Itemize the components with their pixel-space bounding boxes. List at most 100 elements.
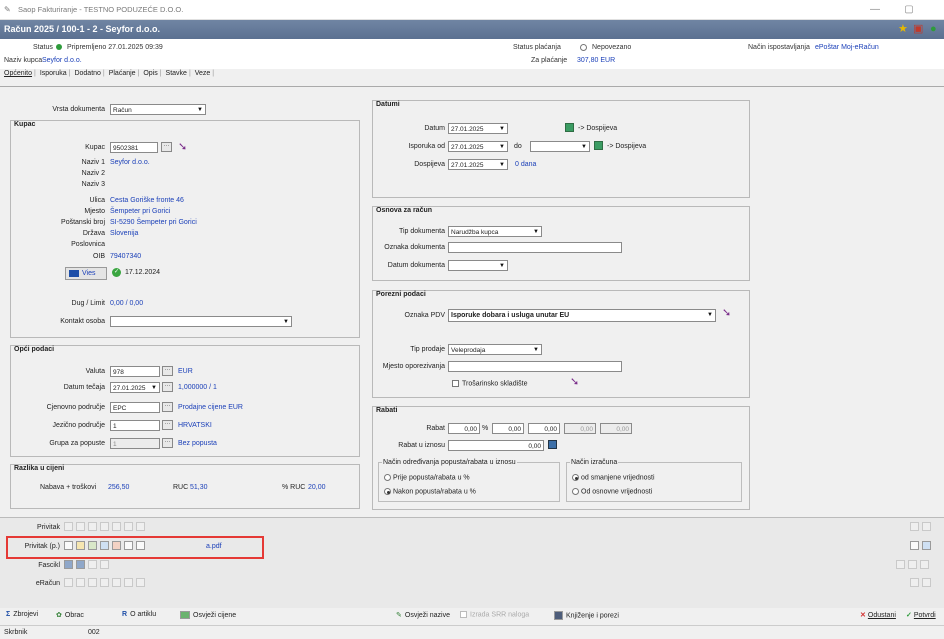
dospijeva-link-2[interactable]: -> Dospijeva [607,143,646,150]
oznaka-dok-input[interactable] [448,242,622,253]
tab-opis[interactable]: Opis [143,70,157,77]
odustani-button[interactable]: ✕ Odustani [860,611,896,619]
posta-value: SI-5290 Šempeter pri Gorici [110,219,197,226]
zbrojevi-button[interactable]: Σ Zbrojevi [6,611,38,618]
edit-doc-icon[interactable] [76,578,85,587]
mjesto-oporezivanja-input[interactable] [448,361,622,372]
list-icon[interactable] [910,578,919,587]
delete-icon[interactable] [136,522,145,531]
tecaj-date-select[interactable]: 27.01.2025 ▼ [110,382,160,393]
obrac-button[interactable]: ✿ Obrac [56,611,84,619]
person-arrow-icon[interactable]: ➘ [178,140,187,153]
tab-isporuka[interactable]: Isporuka [40,70,67,77]
tab-opcenito[interactable]: Općenito [4,70,32,77]
star-icon[interactable]: ★ [898,23,908,35]
rabat-input-1[interactable]: 0,00 [448,423,480,434]
grid-icon[interactable] [922,578,931,587]
izrada-button[interactable]: Izrada SRR naloga [460,611,529,618]
edit-doc-icon[interactable] [76,522,85,531]
person-arrow-icon[interactable]: ➘ [570,375,579,388]
list-icon[interactable] [910,522,919,531]
view-icon[interactable] [124,578,133,587]
dospijeva-select[interactable]: 27.01.2025 ▼ [448,159,508,170]
add-icon[interactable] [100,578,109,587]
tip-prodaje-select[interactable]: Veleprodaja ▼ [448,344,542,355]
rabat-input-4[interactable]: 0,00 [564,423,596,434]
calculator-icon[interactable] [548,440,557,449]
grupa-input[interactable]: 1 [110,438,160,449]
minimize-icon[interactable]: — [864,3,886,17]
oartiklu-button[interactable]: RO artiklu [122,611,156,618]
valuta-browse-button[interactable]: ··· [162,366,173,376]
cjen-input[interactable]: EPC [110,402,160,413]
radio-smanjene[interactable]: od smanjene vrijednosti [572,474,655,481]
cijene-button[interactable]: Osvježi cijene [180,611,236,619]
refresh-icon[interactable]: ● [930,23,937,35]
kupac-code-input[interactable]: 9502381 [110,142,158,153]
rabat-input-3[interactable]: 0,00 [528,423,560,434]
privitak-label: Privitak [37,524,60,531]
dospijeva-link-1[interactable]: -> Dospijeva [578,125,617,132]
trosarinsko-checkbox[interactable]: Trošarinsko skladište [452,380,528,387]
nacin-value[interactable]: ePoštar Moj-eRačun [815,44,879,51]
tree-icon[interactable] [920,560,929,569]
isporuka-select[interactable]: 27.01.2025 ▼ [448,141,508,152]
valuta-input[interactable]: 978 [110,366,160,377]
knjizenje-button[interactable]: Knjiženje i porezi [554,611,619,620]
delete-icon[interactable] [136,578,145,587]
pdv-select[interactable]: Isporuke dobara i usluga unutar EU ▼ [448,309,716,322]
tip-dok-select[interactable]: Narudžba kupca ▼ [448,226,542,237]
isporuka-label: Isporuka od [408,143,445,150]
vies-button[interactable]: Vies [65,267,107,280]
tab-veze[interactable]: Veze [195,70,211,77]
rabat-input-5[interactable]: 0,00 [600,423,632,434]
calendar-icon[interactable] [565,123,574,132]
kupac-name-value[interactable]: Seyfor d.o.o. [42,57,82,64]
isporuka-do-select[interactable]: ▼ [530,141,590,152]
radio-nakon[interactable]: Nakon popusta/rabata u % [384,488,476,495]
cjen-browse-button[interactable]: ··· [162,402,173,412]
radio-prije[interactable]: Prije popusta/rabata u % [384,474,470,481]
add-icon[interactable] [100,522,109,531]
calendar-icon[interactable] [594,141,603,150]
tab-separator: | [102,70,105,77]
nazive-button[interactable]: ✎ Osvježi nazive [396,611,450,619]
tecaj-browse-button[interactable]: ··· [162,382,173,392]
potvrdi-button[interactable]: ✓ Potvrdi [906,611,936,619]
scan-icon[interactable] [88,522,97,531]
radio-osnovne[interactable]: Od osnovne vrijednosti [572,488,652,495]
naziv1-value[interactable]: Seyfor d.o.o. [110,159,150,166]
datum-select[interactable]: 27.01.2025 ▼ [448,123,508,134]
folder-add-icon[interactable] [76,560,85,569]
scan-icon[interactable] [88,578,97,587]
tab-dodatno[interactable]: Dodatno [74,70,100,77]
kontakt-select[interactable]: ▼ [110,316,292,327]
jezik-input[interactable]: 1 [110,420,160,431]
new-doc-icon[interactable] [64,578,73,587]
new-doc-icon[interactable] [64,522,73,531]
list-icon[interactable] [896,560,905,569]
maximize-icon[interactable]: ▢ [898,3,920,17]
list-icon[interactable] [910,541,919,550]
tab-stavke[interactable]: Stavke [166,70,187,77]
jezik-browse-button[interactable]: ··· [162,420,173,430]
grid-icon[interactable] [908,560,917,569]
pdf-icon[interactable]: ▣ [913,23,923,35]
tab-placanje[interactable]: Plaćanje [109,70,136,77]
export-icon[interactable] [112,522,121,531]
export-icon[interactable] [112,578,121,587]
folder-view-icon[interactable] [100,560,109,569]
rabat-iznos-input[interactable]: 0,00 [448,440,544,451]
grid-icon[interactable] [922,541,931,550]
grid-icon[interactable] [922,522,931,531]
folder-remove-icon[interactable] [88,560,97,569]
vrsta-select[interactable]: Račun ▼ [110,104,206,115]
datum-dok-select[interactable]: ▼ [448,260,508,271]
kupac-browse-button[interactable]: ··· [161,142,172,152]
grupa-browse-button[interactable]: ··· [162,438,173,448]
folder-icon[interactable] [64,560,73,569]
rabat-input-2[interactable]: 0,00 [492,423,524,434]
person-arrow-icon[interactable]: ➘ [722,306,731,319]
view-icon[interactable] [124,522,133,531]
tab-separator: | [159,70,162,77]
